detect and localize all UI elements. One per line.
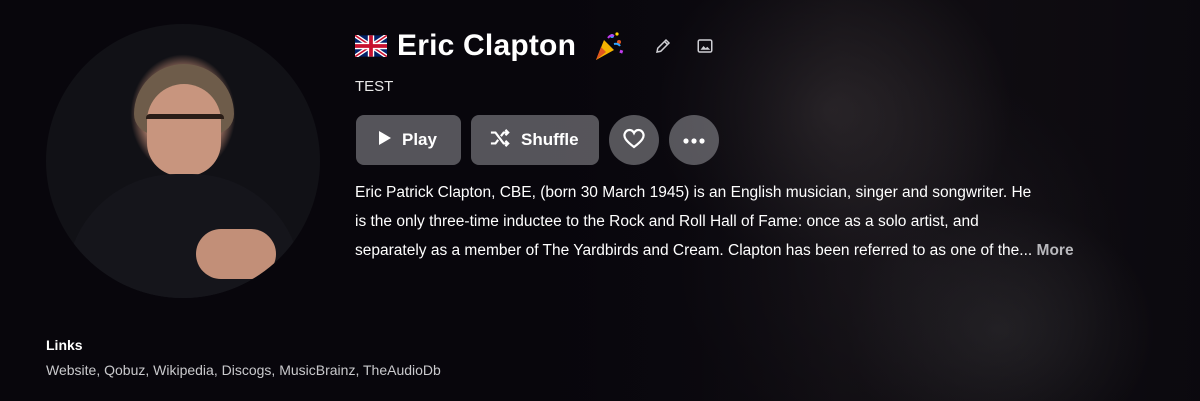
artist-actions: Play Shuffle bbox=[356, 115, 719, 165]
link-discogs[interactable]: Discogs bbox=[222, 362, 272, 378]
favorite-button[interactable] bbox=[609, 115, 659, 165]
avatar-glasses bbox=[146, 114, 224, 137]
play-button[interactable]: Play bbox=[356, 115, 461, 165]
link-qobuz[interactable]: Qobuz bbox=[104, 362, 145, 378]
more-dots-icon bbox=[683, 131, 705, 149]
bio-line: is the only three-time inductee to the R… bbox=[355, 213, 979, 230]
shuffle-icon bbox=[489, 128, 511, 153]
bio-line-text: separately as a member of The Yardbirds … bbox=[355, 242, 1033, 259]
link-separator: , bbox=[96, 362, 105, 378]
bio-line: Eric Patrick Clapton, CBE, (born 30 Marc… bbox=[355, 184, 1032, 201]
shuffle-button[interactable]: Shuffle bbox=[471, 115, 599, 165]
link-website[interactable]: Website bbox=[46, 362, 96, 378]
uk-flag-icon bbox=[353, 33, 389, 59]
artist-avatar bbox=[46, 24, 320, 298]
play-icon bbox=[378, 130, 392, 151]
link-separator: , bbox=[355, 362, 363, 378]
play-label: Play bbox=[402, 130, 437, 149]
artist-header: Eric Clapton bbox=[353, 26, 714, 66]
party-popper-icon bbox=[592, 30, 624, 62]
link-theaudiodb[interactable]: TheAudioDb bbox=[363, 362, 441, 378]
links-list: Website, Qobuz, Wikipedia, Discogs, Musi… bbox=[46, 362, 441, 378]
link-musicbrainz[interactable]: MusicBrainz bbox=[279, 362, 355, 378]
artist-subtitle: TEST bbox=[355, 78, 394, 95]
artist-name: Eric Clapton bbox=[397, 29, 577, 62]
heart-icon bbox=[622, 127, 646, 154]
image-icon[interactable] bbox=[696, 37, 714, 55]
pencil-icon[interactable] bbox=[654, 37, 672, 55]
links-heading: Links bbox=[46, 337, 83, 353]
link-separator: , bbox=[213, 362, 222, 378]
more-options-button[interactable] bbox=[669, 115, 719, 165]
shuffle-label: Shuffle bbox=[521, 130, 579, 149]
link-wikipedia[interactable]: Wikipedia bbox=[153, 362, 214, 378]
artist-biography: Eric Patrick Clapton, CBE, (born 30 Marc… bbox=[355, 178, 1155, 265]
bio-line: separately as a member of The Yardbirds … bbox=[355, 236, 1155, 265]
bio-more-link[interactable]: More bbox=[1037, 242, 1074, 259]
avatar-hands bbox=[196, 229, 276, 279]
link-separator: , bbox=[145, 362, 154, 378]
